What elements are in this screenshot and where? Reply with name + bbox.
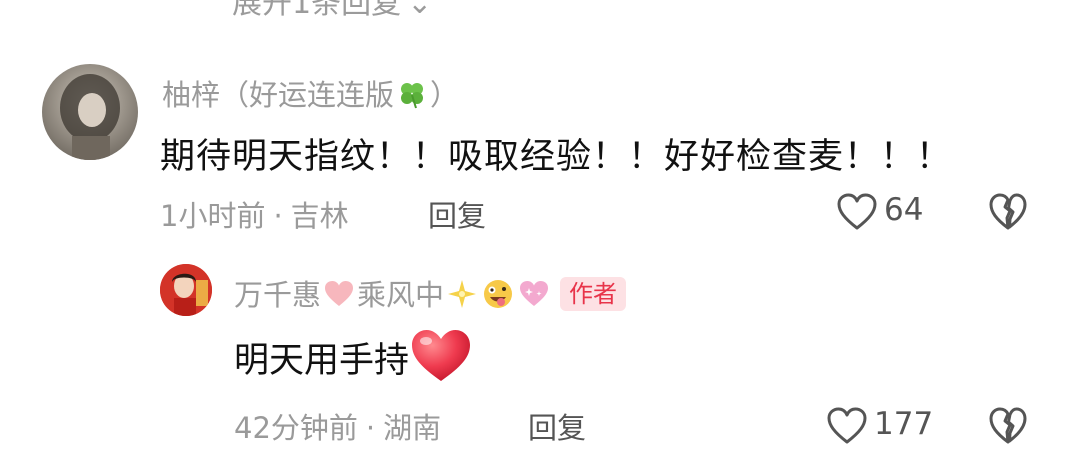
username-suffix: ） [430, 78, 460, 112]
expand-replies-label: 展开1条回复 [232, 0, 402, 21]
chevron-down-icon: ⌄ [407, 0, 433, 21]
reply-button[interactable]: 回复 [428, 193, 486, 235]
like-heart-icon[interactable] [836, 192, 878, 232]
pink-heart-icon [323, 278, 355, 310]
like-count: 177 [874, 406, 934, 442]
comment-username[interactable]: 柚梓（好运连连版 ） [162, 72, 459, 114]
avatar[interactable] [160, 264, 212, 316]
avatar-photo [60, 74, 120, 160]
reply-button[interactable]: 回复 [528, 405, 586, 447]
meta-separator: · [365, 411, 376, 445]
expand-replies-link[interactable]: 展开1条回复 ⌄ [232, 0, 432, 22]
comment-body-text: 明天用手持 [234, 341, 410, 381]
username-part2: 乘风中 [357, 278, 445, 312]
watermark-overlay [820, 452, 1020, 472]
zany-face-icon [482, 278, 514, 310]
four-leaf-clover-icon [396, 78, 428, 110]
sparkle-star-icon [446, 278, 478, 310]
comment-time: 1小时前 [160, 199, 266, 233]
broken-heart-icon[interactable] [988, 406, 1028, 446]
like-heart-icon[interactable] [826, 406, 868, 446]
comment-time: 42分钟前 [234, 411, 358, 445]
meta-separator: · [273, 199, 283, 233]
author-badge: 作者 [560, 277, 627, 311]
like-count: 64 [884, 192, 924, 228]
username-text: 万千惠 [234, 278, 322, 312]
comment-body: 期待明天指纹！！吸取经验！！好好检查麦！！！ [160, 137, 953, 177]
avatar-photo [160, 264, 212, 316]
red-heart-icon [409, 327, 473, 385]
broken-heart-icon[interactable] [988, 192, 1028, 232]
comment-location: 湖南 [383, 411, 442, 445]
avatar[interactable] [42, 64, 138, 160]
username-text: 柚梓（好运连连版 [162, 78, 395, 112]
comment-location: 吉林 [290, 199, 349, 233]
comment-meta: 1小时前 · 吉林 [160, 193, 349, 235]
sparkling-heart-icon [518, 278, 550, 310]
comment-meta: 42分钟前 · 湖南 [234, 405, 441, 447]
comment-body: 明天用手持 [234, 330, 473, 391]
comment-username[interactable]: 万千惠 乘风中 作者 [234, 272, 627, 314]
